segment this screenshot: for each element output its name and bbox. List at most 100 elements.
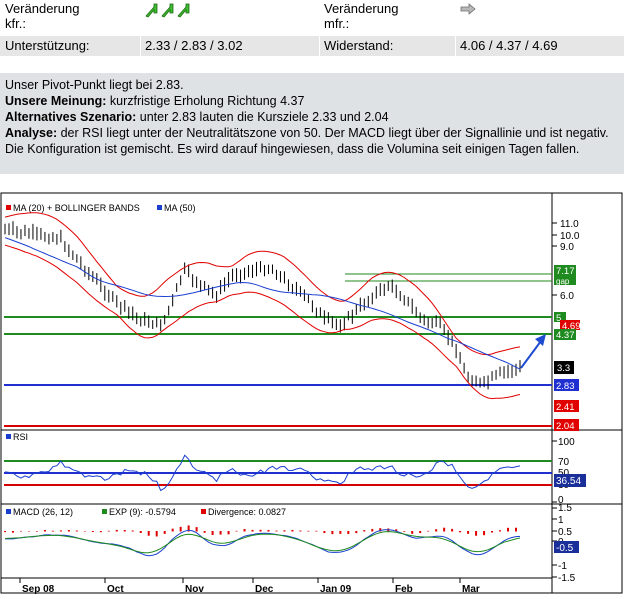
histogram-bar: [355, 531, 358, 534]
divergence-legend: Divergence: 0.0827: [208, 507, 286, 517]
histogram-bar: [139, 531, 142, 533]
label-gap: gap: [556, 277, 570, 286]
technical-chart: MA (20) + BOLLINGER BANDS MA (50) 11.0 1…: [0, 181, 624, 595]
month-label: Nov: [185, 584, 204, 594]
macd-legend: MACD (26, 12): [13, 507, 73, 517]
histogram-bar: [179, 526, 182, 532]
histogram-bar: [171, 528, 174, 532]
label-last: 3.3: [557, 363, 570, 374]
histogram-bar: [115, 529, 118, 532]
rsi-tick: 70: [558, 457, 570, 468]
resistance-label: Widerstand:: [324, 38, 394, 53]
histogram-bar: [195, 527, 198, 532]
histogram-bar: [51, 530, 54, 532]
month-label: Mar: [462, 584, 480, 594]
month-label: Jan 09: [320, 584, 352, 594]
alt-line: Alternatives Szenario: unter 2.83 lauten…: [5, 109, 619, 125]
label-change-short: Veränderung kfr.:: [5, 1, 79, 31]
month-label: Oct: [107, 584, 124, 594]
label-283: 2.83: [556, 381, 575, 392]
rsi-value-label: 36.54: [556, 476, 581, 487]
month-label: Dec: [255, 584, 274, 594]
histogram-bar: [475, 531, 478, 536]
histogram-bar: [251, 529, 254, 532]
analysis-line: Analyse: der RSI liegt unter der Neutral…: [5, 125, 619, 157]
row-levels: Unterstützung: 2.33 / 2.83 / 3.02 Widers…: [0, 36, 624, 56]
support-label: Unterstützung:: [5, 38, 90, 53]
opinion-label: Unsere Meinung:: [5, 94, 107, 108]
legend-bollinger: MA (20) + BOLLINGER BANDS: [13, 203, 140, 213]
histogram-bar: [363, 530, 366, 532]
histogram-bar: [467, 531, 470, 534]
histogram-bar: [91, 531, 94, 533]
label-717: 7.17: [556, 266, 575, 277]
histogram-bar: [131, 530, 134, 532]
histogram-bar: [427, 530, 430, 532]
analysis-box: Unser Pivot-Punkt liegt bei 2.83. Unsere…: [0, 73, 624, 174]
histogram-bar: [499, 530, 502, 532]
label-241: 2.41: [556, 402, 575, 413]
histogram-bar: [291, 529, 294, 532]
label-change-mid: Veränderung mfr.:: [324, 1, 398, 31]
histogram-bar: [451, 528, 454, 532]
histogram-bar: [419, 531, 422, 534]
histogram-bar: [507, 527, 510, 532]
label-change-short-2: kfr.:: [5, 16, 26, 31]
macd-tick: 1.5: [558, 503, 572, 514]
histogram-bar: [307, 530, 310, 532]
histogram-bar: [227, 531, 230, 535]
histogram-bar: [211, 531, 214, 536]
histogram-bar: [323, 531, 326, 534]
histogram-bar: [43, 529, 46, 532]
histogram-bar: [331, 531, 334, 535]
analysis-text: der RSI liegt unter der Neutralitätszone…: [5, 126, 609, 156]
histogram-bar: [259, 529, 262, 532]
alt-label: Alternatives Szenario:: [5, 110, 137, 124]
histogram-bar: [483, 531, 486, 536]
macd-value-label: -0.5: [556, 543, 574, 554]
exp-legend: EXP (9): -0.5794: [109, 507, 176, 517]
label-change-mid-2: mfr.:: [324, 16, 350, 31]
legend-ma50: MA (50): [164, 203, 196, 213]
histogram-bar: [243, 528, 246, 532]
histogram-bar: [339, 531, 342, 534]
arrow-up-icon: [177, 3, 190, 18]
histogram-bar: [155, 531, 158, 537]
month-label: Sep 08: [22, 584, 55, 594]
histogram-bar: [219, 531, 222, 535]
histogram-bar: [315, 530, 318, 532]
opinion-line: Unsere Meinung: kurzfristige Erholung Ri…: [5, 93, 619, 109]
histogram-bar: [107, 530, 110, 532]
histogram-bar: [27, 530, 30, 532]
macd-tick: -1: [558, 561, 567, 572]
label-change-short-1: Veränderung: [5, 1, 80, 16]
label-204: 2.04: [556, 421, 575, 432]
arrow-up-icon: [161, 3, 174, 18]
histogram-bar: [67, 529, 70, 532]
histogram-bar: [491, 531, 494, 533]
histogram-bar: [459, 531, 462, 533]
arrow-up-icon: [145, 3, 158, 18]
histogram-bar: [299, 530, 302, 532]
label-change-mid-1: Veränderung: [324, 1, 399, 16]
histogram-bar: [163, 531, 166, 534]
histogram-bar: [275, 530, 278, 532]
macd-tick: 1: [558, 515, 564, 526]
histogram-bar: [403, 531, 406, 532]
histogram-bar: [99, 531, 102, 533]
histogram-bar: [203, 531, 206, 533]
price-tick: 11.0: [560, 219, 579, 230]
histogram-bar: [19, 530, 22, 532]
histogram-bar: [347, 531, 350, 535]
histogram-bar: [123, 530, 126, 532]
price-tick: 10.0: [560, 231, 580, 242]
price-tick: 9.0: [560, 242, 574, 253]
arrow-right-icon: [460, 3, 476, 18]
opinion-text: kurzfristige Erholung Richtung 4.37: [106, 94, 305, 108]
histogram-bar: [83, 531, 86, 532]
histogram-bar: [411, 531, 414, 534]
histogram-bar: [371, 528, 374, 532]
label-437: 4.37: [556, 330, 575, 341]
histogram-bar: [283, 530, 286, 532]
histogram-bar: [59, 530, 62, 532]
